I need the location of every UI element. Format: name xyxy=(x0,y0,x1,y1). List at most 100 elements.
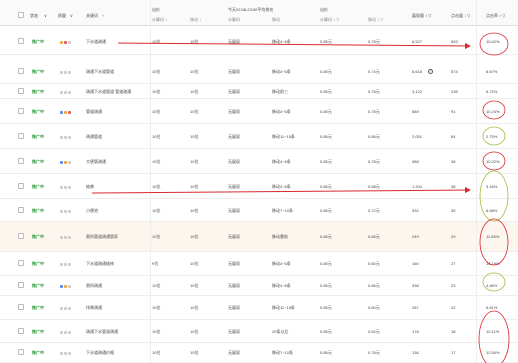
cpc-mobile[interactable]: 0.66元 xyxy=(368,283,380,288)
bid-pc[interactable]: 10位 xyxy=(152,69,160,74)
info-icon[interactable]: i xyxy=(428,69,433,74)
table-row[interactable]: 推广中 抽粪 10位 10位 无展现 移动4~6条 0.85元 0.68元 1,204 38 3.1… xyxy=(0,174,518,199)
bid-pc[interactable]: 10位 xyxy=(152,329,160,334)
cpc-mobile[interactable]: 0.74元 xyxy=(368,69,380,74)
bid-pc[interactable]: 10位 xyxy=(152,159,160,164)
keyword-text[interactable]: 疏通下水道管道 管道疏通 xyxy=(86,89,131,94)
keyword-text[interactable]: 排粪疏通 xyxy=(86,305,102,310)
header-keyword-arrow[interactable]: ↑ xyxy=(102,13,104,18)
keyword-text[interactable]: 下水道疏通维修 xyxy=(86,261,114,266)
row-checkbox[interactable] xyxy=(18,108,24,114)
row-checkbox[interactable] xyxy=(18,304,24,310)
cpc-mobile[interactable]: 0.78元 xyxy=(368,350,380,355)
table-row[interactable]: 推广中 疏通管道 10位 10位 无展现 移动11~15条 0.85元 0.66元 2,051 8… xyxy=(0,124,518,149)
keyword-text[interactable]: 下水道疏通 xyxy=(86,39,106,44)
cpc-mobile[interactable]: 0.78元 xyxy=(368,159,380,164)
status-label[interactable]: 推广中 xyxy=(32,208,44,213)
status-label[interactable]: 推广中 xyxy=(32,184,44,189)
bid-pc[interactable]: 10位 xyxy=(152,283,160,288)
bid-pc[interactable]: 9位 xyxy=(152,261,158,266)
keyword-text[interactable]: 疏通下水管道疏通 xyxy=(86,329,118,334)
row-checkbox[interactable] xyxy=(18,38,24,44)
bid-pc[interactable]: 10位 xyxy=(152,234,160,239)
row-checkbox[interactable] xyxy=(18,68,24,74)
cpc-pc[interactable]: 0.85元 xyxy=(320,329,332,334)
cpc-mobile[interactable]: 0.62元 xyxy=(368,329,380,334)
bid-mobile[interactable]: 10位 xyxy=(190,234,198,239)
header-cpc-pc[interactable]: 计算机 ↕ ▽ xyxy=(320,17,339,22)
keyword-text[interactable]: 厕所疏通 xyxy=(86,283,102,288)
bid-mobile[interactable]: 10位 xyxy=(190,89,198,94)
status-label[interactable]: 推广中 xyxy=(32,283,44,288)
bid-mobile[interactable]: 10位 xyxy=(190,305,198,310)
header-cpc-mobile[interactable]: 移动 ↕ ▽ xyxy=(368,17,383,22)
cpc-pc[interactable]: 0.85元 xyxy=(320,305,332,310)
table-row[interactable]: 推广中 下水道疏通维修 9位 10位 无展现 移动4~6条 0.85元 0.60元 160 27 1… xyxy=(0,252,518,276)
table-row[interactable]: 推广中 下水道疏通价格 10位 10位 无展现 移动7~10条 0.85元 0.78元 136 1… xyxy=(0,343,518,363)
status-label[interactable]: 推广中 xyxy=(32,350,44,355)
bid-mobile[interactable]: 10位 xyxy=(190,69,198,74)
cpc-pc[interactable]: 0.85元 xyxy=(320,159,332,164)
header-impressions[interactable]: 展现量 ↕ ▽ xyxy=(412,13,431,18)
bid-mobile[interactable]: 10位 xyxy=(190,39,198,44)
cpc-pc[interactable]: 0.85元 xyxy=(320,350,332,355)
bid-pc[interactable]: 10位 xyxy=(152,350,160,355)
cpc-pc[interactable]: 0.85元 xyxy=(320,184,332,189)
table-row[interactable]: 推广中 小便池 10位 10位 无展现 移动7~10条 0.85元 0.72元 532 35 6.5… xyxy=(0,199,518,222)
status-label[interactable]: 推广中 xyxy=(32,39,44,44)
bid-pc[interactable]: 10位 xyxy=(152,134,160,139)
status-label[interactable]: 推广中 xyxy=(32,89,44,94)
status-label[interactable]: 推广中 xyxy=(32,261,44,266)
header-clicks[interactable]: 点击量 ↓ ▽ xyxy=(451,13,470,18)
bid-mobile[interactable]: 10位 xyxy=(190,329,198,334)
cpc-pc[interactable]: 0.85元 xyxy=(320,208,332,213)
header-status[interactable]: 状态 xyxy=(30,13,38,18)
table-row[interactable]: 推广中 疏通下水道管道 10位 10位 无展现 移动4~6条 0.85元 0.74元 6,618… xyxy=(0,59,518,84)
header-status-arrow[interactable]: ∨ xyxy=(44,13,47,18)
status-label[interactable]: 推广中 xyxy=(32,305,44,310)
bid-mobile[interactable]: 10位 xyxy=(190,134,198,139)
bid-pc[interactable]: 10位 xyxy=(152,305,160,310)
row-checkbox[interactable] xyxy=(18,133,24,139)
row-checkbox[interactable] xyxy=(18,88,24,94)
row-checkbox[interactable] xyxy=(18,328,24,334)
cpc-pc[interactable]: 0.85元 xyxy=(320,261,332,266)
row-checkbox[interactable] xyxy=(18,349,24,355)
table-row[interactable]: 推广中 疏通下水道管道 管道疏通 10位 10位 无展现 移动前三 0.85元 0.78元 3,… xyxy=(0,84,518,99)
row-checkbox[interactable] xyxy=(18,158,24,164)
table-row[interactable]: 推广中 大便管疏通 10位 10位 无展现 移动4~6条 0.85元 0.78元 388 38 10… xyxy=(0,149,518,174)
cpc-mobile[interactable]: 0.78元 xyxy=(368,109,380,114)
header-keyword[interactable]: 关键词 xyxy=(86,13,98,18)
bid-mobile[interactable]: 10位 xyxy=(190,184,198,189)
bid-mobile[interactable]: 10位 xyxy=(190,159,198,164)
header-bid-mobile[interactable]: 移动 ↕ xyxy=(190,17,201,22)
status-label[interactable]: 推广中 xyxy=(32,159,44,164)
keyword-text[interactable]: 管道疏通 xyxy=(86,109,102,114)
row-checkbox[interactable] xyxy=(18,260,24,266)
keyword-text[interactable]: 疏通下水道管道 xyxy=(86,69,114,74)
cpc-mobile[interactable]: 0.78元 xyxy=(368,89,380,94)
cpc-pc[interactable]: 0.85元 xyxy=(320,69,332,74)
keyword-text[interactable]: 抽粪 xyxy=(86,184,94,189)
cpc-pc[interactable]: 0.85元 xyxy=(320,89,332,94)
status-label[interactable]: 推广中 xyxy=(32,109,44,114)
cpc-mobile[interactable]: 0.65元 xyxy=(368,234,380,239)
table-row[interactable]: 推广中 管道疏通 10位 10位 无展现 移动4~6条 0.85元 0.78元 889 91 10.… xyxy=(0,99,518,124)
bid-pc[interactable]: 10位 xyxy=(152,39,160,44)
row-checkbox[interactable] xyxy=(18,282,24,288)
keyword-text[interactable]: 大便管疏通 xyxy=(86,159,106,164)
header-ctr[interactable]: 点击率 ↕ ▽ xyxy=(486,13,505,18)
table-row[interactable]: 推广中 厕所疏通 10位 10位 无展现 移动4~6条 0.85元 0.66元 538 23 4.4… xyxy=(0,276,518,296)
bid-mobile[interactable]: 10位 xyxy=(190,261,198,266)
bid-pc[interactable]: 10位 xyxy=(152,89,160,94)
row-checkbox[interactable] xyxy=(18,183,24,189)
bid-mobile[interactable]: 10位 xyxy=(190,109,198,114)
bid-mobile[interactable]: 10位 xyxy=(190,350,198,355)
bid-pc[interactable]: 10位 xyxy=(152,109,160,114)
cpc-mobile[interactable]: 0.60元 xyxy=(368,261,380,266)
keyword-text[interactable]: 下水道疏通价格 xyxy=(86,350,114,355)
status-label[interactable]: 推广中 xyxy=(32,234,44,239)
cpc-mobile[interactable]: 0.78元 xyxy=(368,39,380,44)
status-label[interactable]: 推广中 xyxy=(32,69,44,74)
cpc-pc[interactable]: 0.85元 xyxy=(320,109,332,114)
